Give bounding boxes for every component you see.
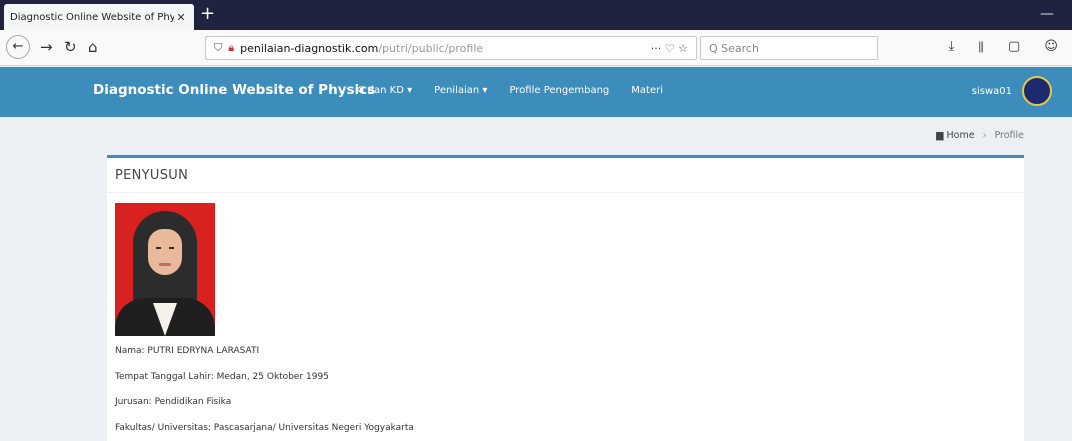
profile-faculty: Fakultas/ Universitas: Pascasarjana/ Uni… [115,423,414,433]
profile-box: PENYUSUN Nama: PUTRI EDRYNA LARASATI Tem… [107,155,1024,441]
breadcrumb: ▆ Home › Profile [936,130,1024,141]
lock-icon: 🔒︎ [228,41,235,54]
breadcrumb-separator: › [982,130,987,141]
forward-icon[interactable]: → [40,38,53,56]
profile-name: Nama: PUTRI EDRYNA LARASATI [115,346,260,356]
new-tab-icon[interactable]: + [200,3,215,25]
menu-item-penilaian[interactable]: Penilaian ▾ [434,85,487,96]
user-name[interactable]: siswa01 [972,86,1012,97]
reload-icon[interactable]: ↻ [64,38,77,56]
section-title: PENYUSUN [115,168,189,183]
profile-major: Jurusan: Pendidikan Fisika [115,397,232,407]
breadcrumb-current: Profile [994,130,1024,141]
search-input[interactable]: Q Search [700,36,878,60]
menu-item-materi[interactable]: Materi [631,85,663,96]
shield-icon: ⛉ [214,41,223,54]
menu-item-profile[interactable]: Profile Pengembang [509,85,609,96]
url-host: penilaian-diagnostik.com [240,41,379,55]
minimize-icon[interactable]: — [1040,6,1054,22]
site-brand[interactable]: Diagnostic Online Website of Physics [93,82,375,98]
breadcrumb-home[interactable]: Home [947,130,975,141]
tab-close-icon[interactable]: ✕ [174,11,188,24]
profile-photo [115,203,215,336]
browser-tab-strip: Diagnostic Online Website of Phy: ✕ + — [0,0,1072,30]
main-menu: KI dan KD ▾ Penilaian ▾ Profile Pengemba… [355,85,685,96]
back-icon[interactable]: ← [6,35,30,59]
url-bar[interactable]: ⛉ 🔒︎ penilaian-diagnostik.com /putri/pub… [205,36,697,60]
browser-tab[interactable]: Diagnostic Online Website of Phy: ✕ [4,4,194,30]
home-icon[interactable]: ⌂ [88,38,98,56]
tab-title: Diagnostic Online Website of Phy: [10,11,174,23]
menu-item-ki-kd[interactable]: KI dan KD ▾ [355,85,412,96]
profile-birth: Tempat Tanggal Lahir: Medan, 25 Oktober … [115,372,329,382]
divider [107,192,1024,193]
university-logo[interactable] [1022,76,1052,106]
toolbar-icons[interactable]: ⤓ ⫴ ▢ ☺ [949,39,1068,54]
url-path: /putri/public/profile [378,41,484,55]
url-actions[interactable]: ··· ♡ ☆ [651,42,688,55]
browser-toolbar: ← → ↻ ⌂ ⛉ 🔒︎ penilaian-diagnostik.com /p… [0,30,1072,66]
dashboard-icon: ▆ [936,130,944,141]
site-navbar: Diagnostic Online Website of Physics KI … [0,67,1072,117]
